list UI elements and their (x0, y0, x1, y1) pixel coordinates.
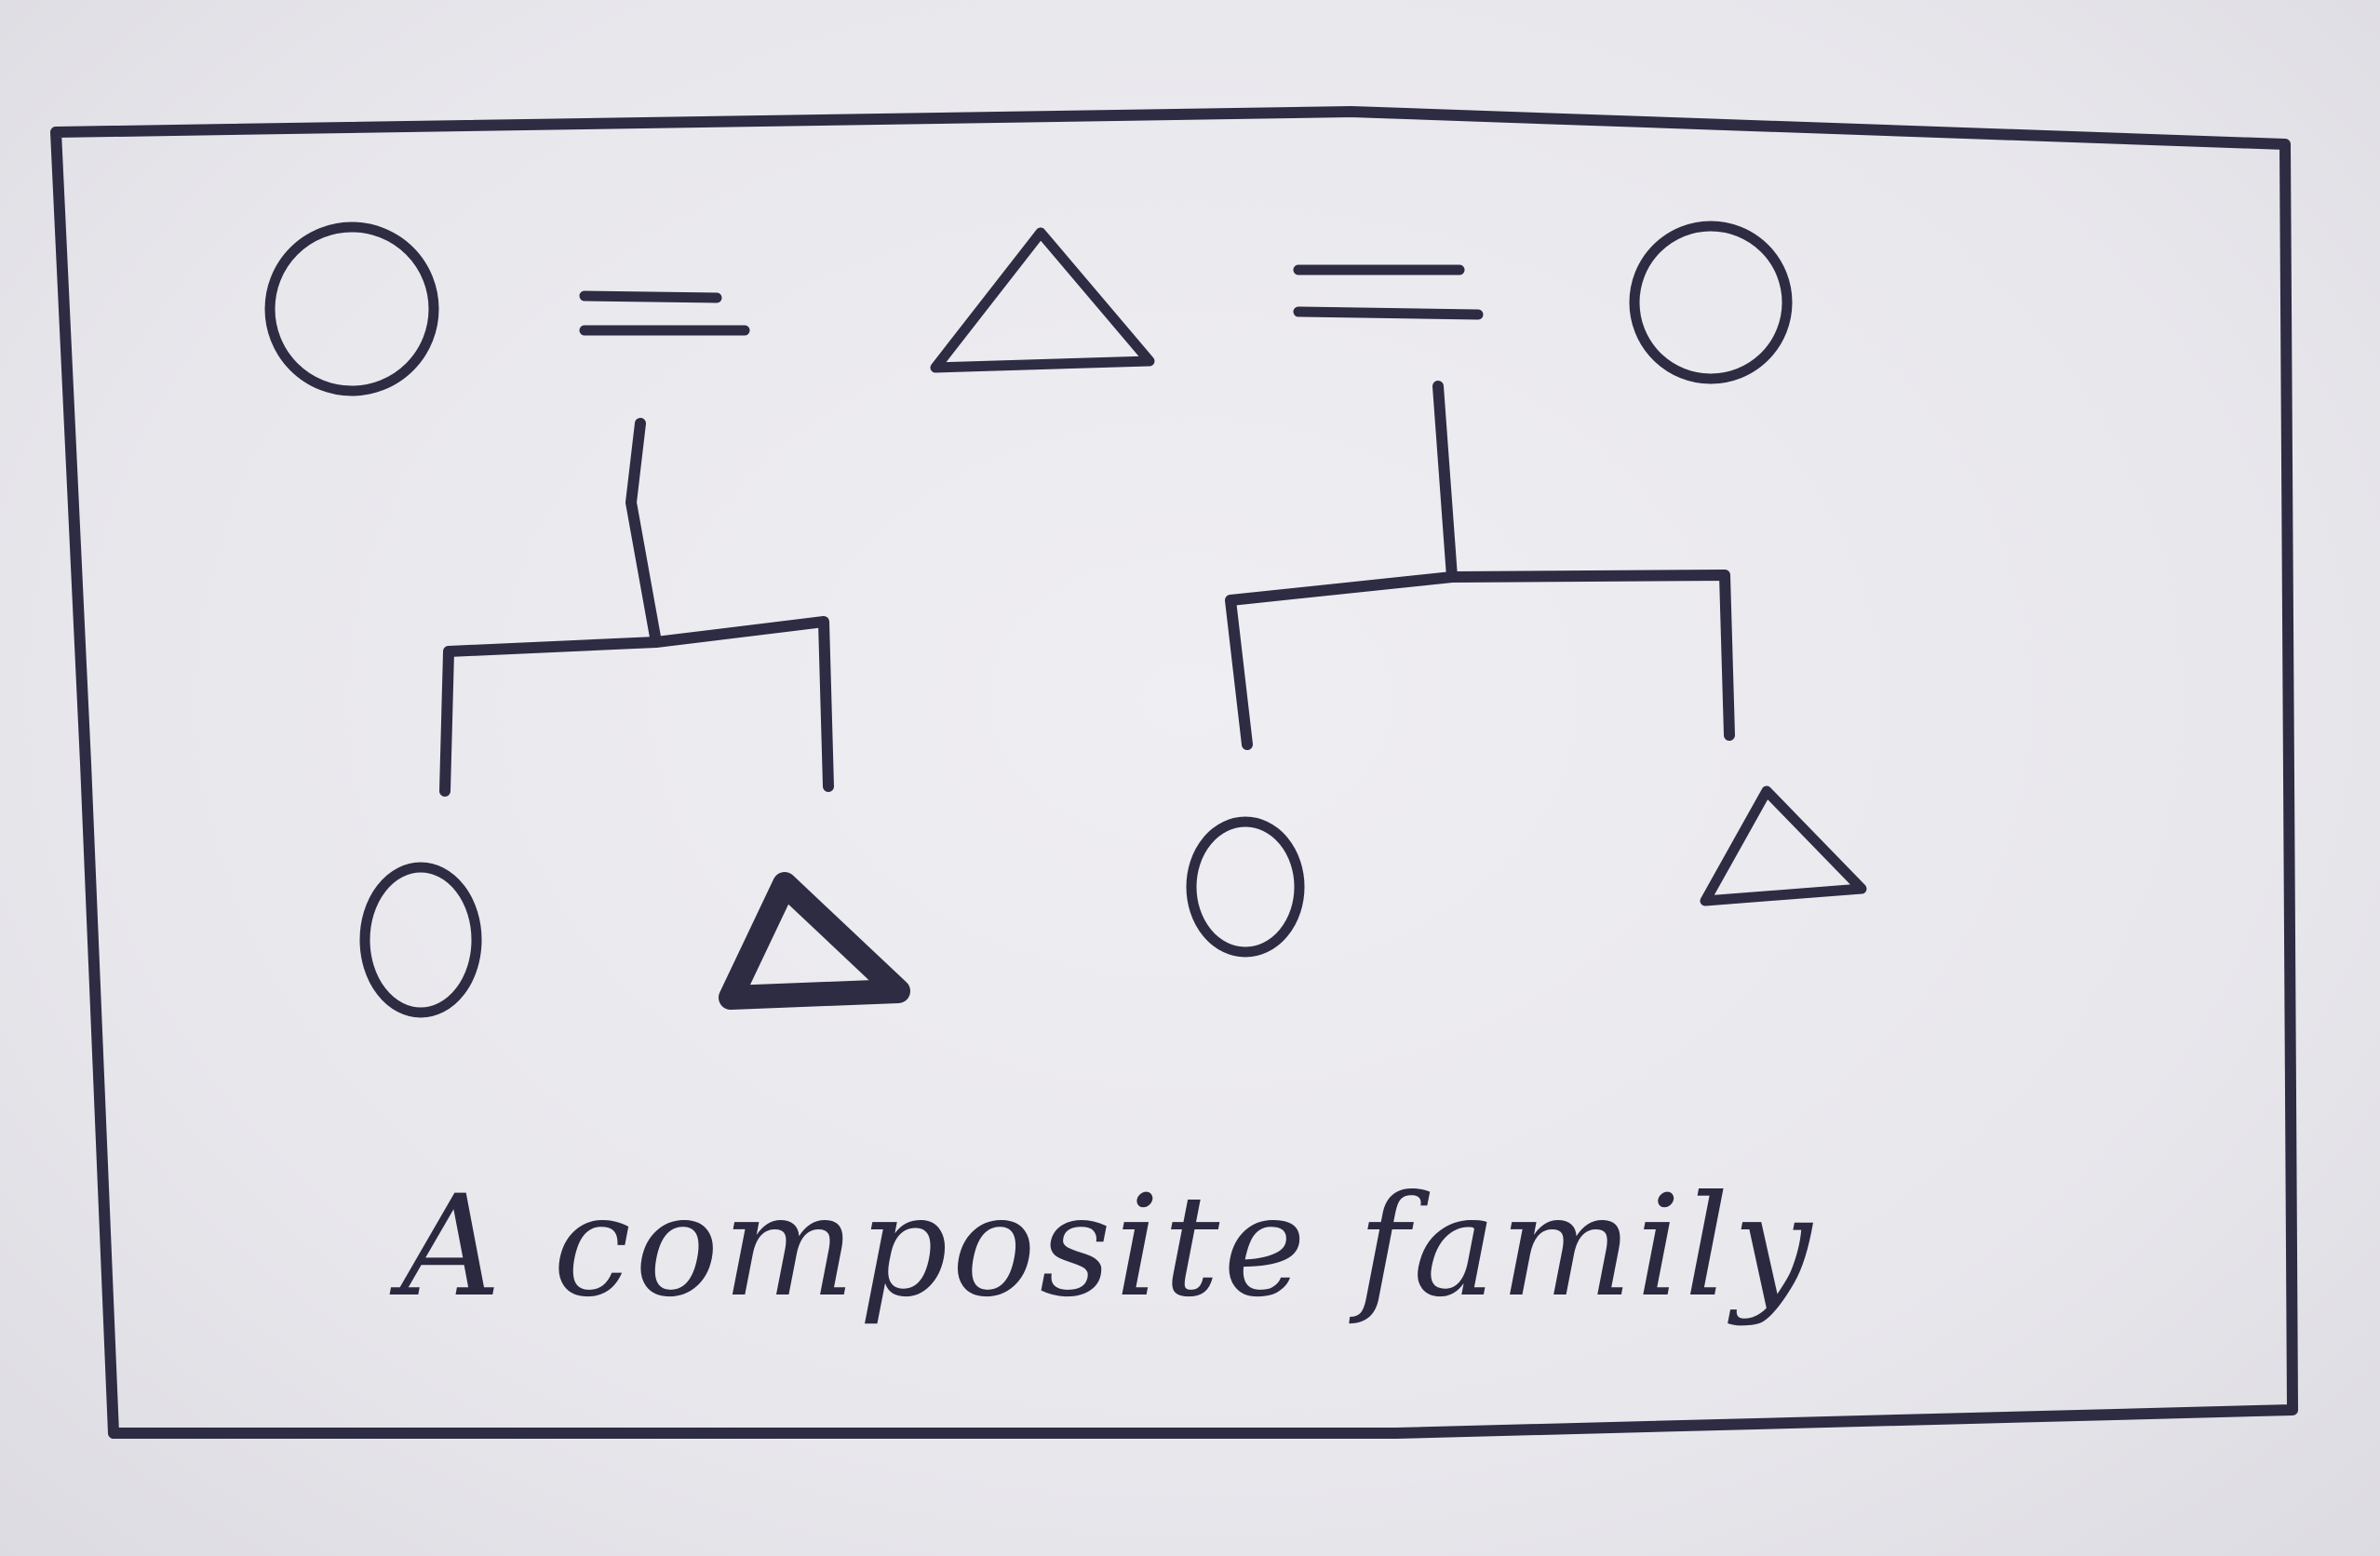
right-son-triangle (1700, 785, 1867, 906)
wife-1-circle (264, 221, 439, 396)
left-daughter-circle (359, 862, 482, 1018)
marriage-sign-2 (1293, 264, 1484, 320)
husband-triangle (930, 227, 1155, 373)
descent-line-left (439, 418, 834, 797)
right-daughter-circle (1186, 816, 1305, 958)
diagram-caption: A composite family (400, 1166, 1816, 1328)
left-son-triangle-filled (719, 872, 910, 1010)
paper-background: A composite family (0, 0, 2380, 1556)
descent-line-right (1225, 381, 1735, 750)
marriage-sign-1 (579, 290, 750, 336)
wife-2-circle (1629, 221, 1793, 384)
